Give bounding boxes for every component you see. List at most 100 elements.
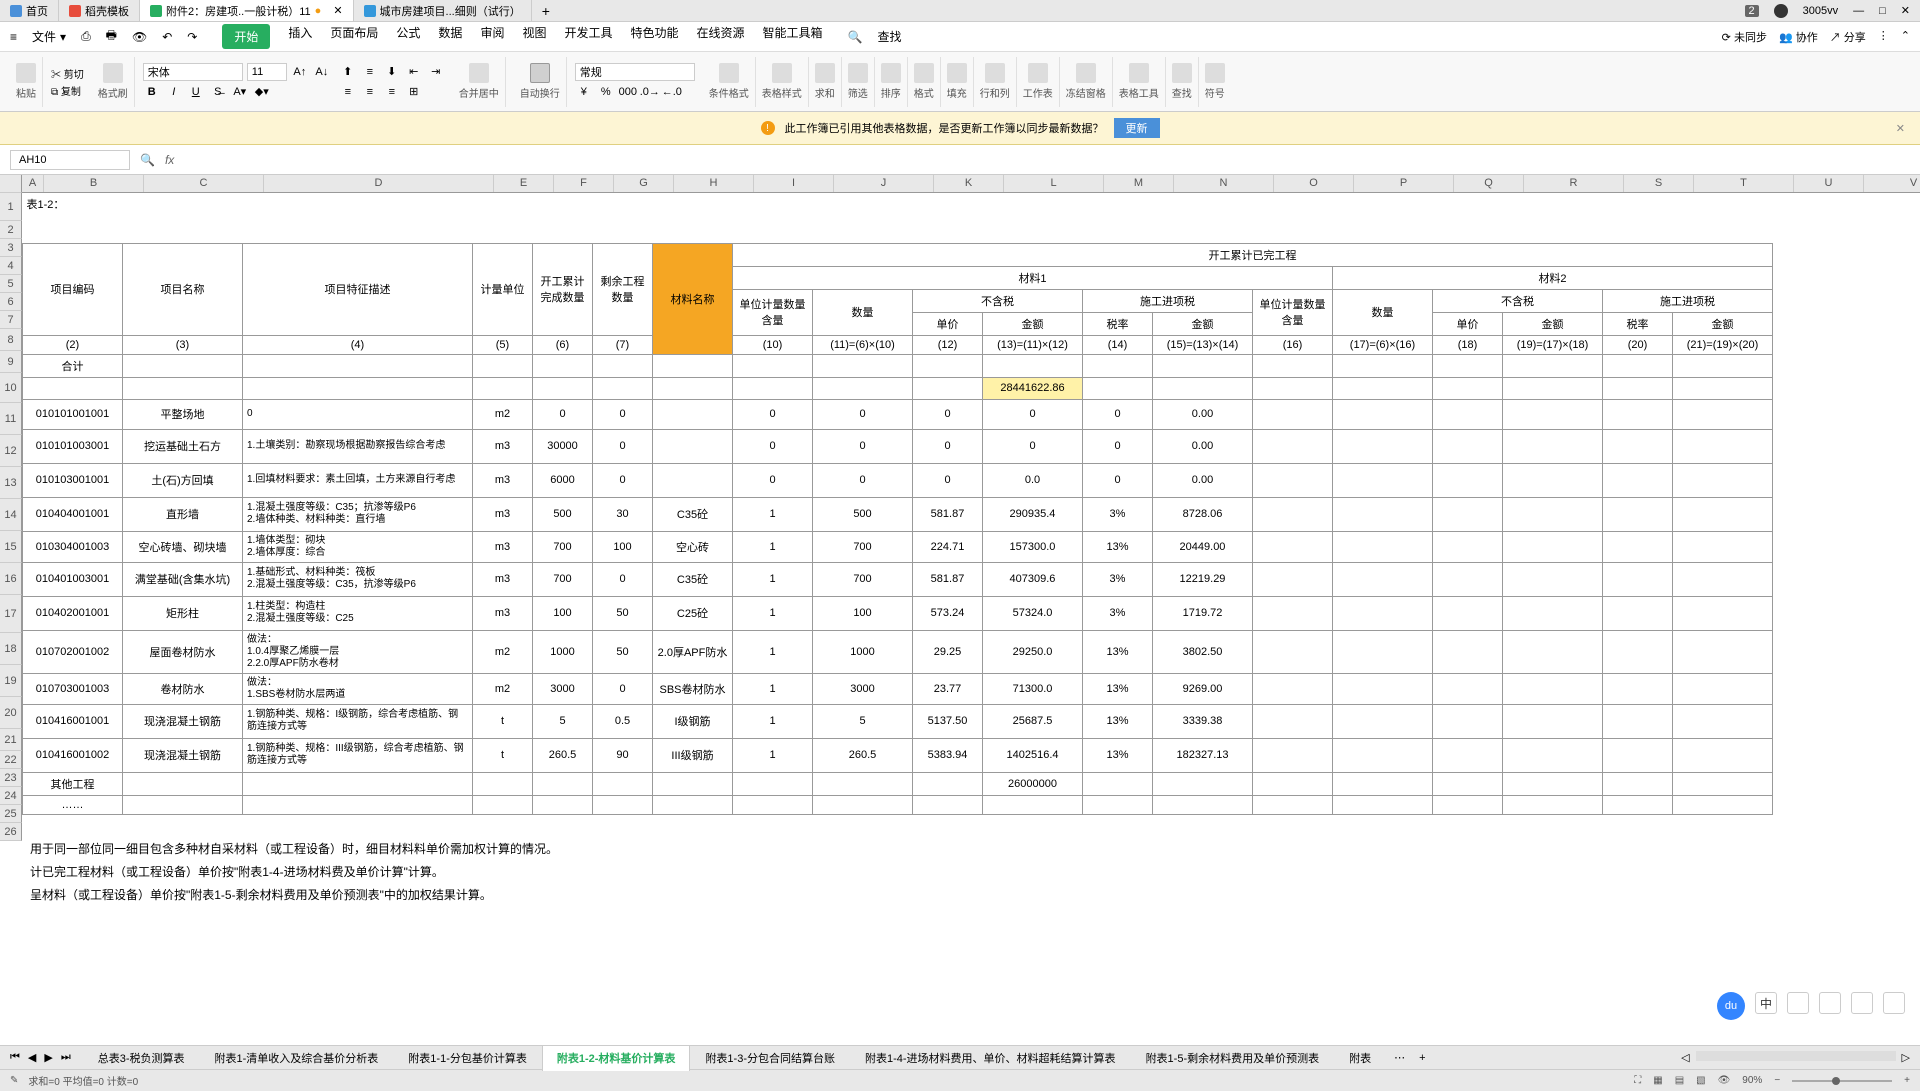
sheet-tab[interactable]: 附表1-清单收入及综合基价分析表 <box>200 1045 394 1071</box>
row-header[interactable]: 20 <box>0 697 22 729</box>
ribbon-icon[interactable] <box>985 63 1005 83</box>
ribbon-icon[interactable] <box>1076 63 1096 83</box>
wrap-icon[interactable] <box>530 63 550 83</box>
row-header[interactable]: 13 <box>0 467 22 499</box>
row-header[interactable]: 7 <box>0 311 22 329</box>
zoom-in-icon[interactable]: + <box>1904 1075 1910 1086</box>
title-tab[interactable]: 稻壳模板 <box>59 0 140 21</box>
ribbon-icon[interactable] <box>1129 63 1149 83</box>
currency-icon[interactable]: ¥ <box>575 83 593 101</box>
column-header[interactable]: H <box>674 175 754 192</box>
row-header[interactable]: 23 <box>0 769 22 787</box>
row-header[interactable]: 3 <box>0 239 22 257</box>
table-row[interactable]: 010404001001直形墙1.混凝土强度等级：C35；抗渗等级P62.墙体种… <box>23 497 1773 531</box>
collapse-icon[interactable]: ⌃ <box>1901 29 1910 45</box>
row-header[interactable]: 6 <box>0 293 22 311</box>
column-header[interactable]: A <box>22 175 44 192</box>
row-header[interactable]: 22 <box>0 751 22 769</box>
eye-icon[interactable]: 👁 <box>1718 1075 1731 1086</box>
row-header[interactable]: 12 <box>0 435 22 467</box>
ribbon-icon[interactable] <box>1028 63 1048 83</box>
close-icon[interactable]: ✕ <box>1901 4 1910 17</box>
scrollbar[interactable] <box>1696 1051 1896 1061</box>
spreadsheet-area[interactable]: 1234567891011121314151617181920212223242… <box>0 175 1920 1045</box>
font-decrease-icon[interactable]: A↓ <box>313 63 331 81</box>
fullscreen-icon[interactable]: ⛶ <box>1634 1075 1641 1086</box>
align-bot-icon[interactable]: ⬇ <box>383 63 401 81</box>
column-header[interactable]: F <box>554 175 614 192</box>
zoom-out-icon[interactable]: − <box>1774 1075 1780 1086</box>
more-sheets-icon[interactable]: ⋯ <box>1388 1051 1411 1064</box>
column-header[interactable]: K <box>934 175 1004 192</box>
baidu-icon[interactable]: du <box>1717 992 1745 1020</box>
float-tool-1[interactable] <box>1787 992 1809 1014</box>
redo-icon[interactable]: ↷ <box>187 30 197 44</box>
table-row[interactable]: 010103001001土(石)方回填1.回填材料要求：素土回填，土方来源自行考… <box>23 463 1773 497</box>
view-page-icon[interactable]: ▤ <box>1675 1075 1684 1086</box>
column-header[interactable]: J <box>834 175 934 192</box>
table-row[interactable]: 010402001001矩形柱1.柱类型：构造柱2.混凝土强度等级：C25 m3… <box>23 596 1773 630</box>
menu-item[interactable]: 开始 <box>222 24 270 49</box>
file-menu[interactable]: 文件 ▾ <box>32 28 66 45</box>
ribbon-icon[interactable] <box>947 63 967 83</box>
sheet-tab[interactable]: 附表1-5-剩余材料费用及单价预测表 <box>1131 1045 1335 1071</box>
row-header[interactable]: 16 <box>0 563 22 595</box>
column-header[interactable]: U <box>1794 175 1864 192</box>
row-header[interactable]: 21 <box>0 729 22 751</box>
sheet-tab[interactable]: 附表1-1-分包基价计算表 <box>393 1045 542 1071</box>
row-header[interactable]: 9 <box>0 351 22 373</box>
sheet-tab[interactable]: 总表3-税负测算表 <box>83 1045 200 1071</box>
comma-icon[interactable]: 000 <box>619 83 637 101</box>
title-tab[interactable]: 附件2：房建项..一般计税）11●✕ <box>140 0 354 21</box>
select-all[interactable] <box>0 175 22 193</box>
strike-icon[interactable]: S̶ <box>209 83 227 101</box>
ribbon-icon[interactable] <box>1172 63 1192 83</box>
column-header[interactable]: N <box>1174 175 1274 192</box>
formula-input[interactable] <box>184 152 1910 167</box>
align-center-icon[interactable]: ≡ <box>361 83 379 101</box>
menu-item[interactable]: 数据 <box>438 24 462 49</box>
percent-icon[interactable]: % <box>597 83 615 101</box>
table-row[interactable]: 010101003001挖运基础土石方1.土壤类别：勘察现场根据勘察报告综合考虑… <box>23 429 1773 463</box>
merge-center-icon[interactable] <box>469 63 489 83</box>
row-header[interactable]: 24 <box>0 787 22 805</box>
search-icon[interactable]: 🔍 <box>848 30 863 44</box>
menu-item[interactable]: 特色功能 <box>630 24 678 49</box>
dec-decimal-icon[interactable]: ←.0 <box>663 83 681 101</box>
sheet-tab[interactable]: 附表1-4-进场材料费用、单价、材料超耗结算计算表 <box>850 1045 1131 1071</box>
cell-reference-input[interactable] <box>10 150 130 170</box>
column-header[interactable]: P <box>1354 175 1454 192</box>
preview-icon[interactable]: 👁 <box>132 30 147 44</box>
font-size-select[interactable] <box>247 63 287 81</box>
next-sheet-icon[interactable]: ▶ <box>44 1051 52 1064</box>
save-icon[interactable]: ⎙ <box>81 29 91 44</box>
row-header[interactable]: 15 <box>0 531 22 563</box>
menu-item[interactable]: 视图 <box>522 24 546 49</box>
prev-sheet-icon[interactable]: ◀ <box>28 1051 36 1064</box>
ribbon-icon[interactable] <box>848 63 868 83</box>
menu-item[interactable]: 公式 <box>396 24 420 49</box>
add-sheet-icon[interactable]: + <box>1413 1052 1431 1064</box>
italic-icon[interactable]: I <box>165 83 183 101</box>
font-increase-icon[interactable]: A↑ <box>291 63 309 81</box>
ribbon-icon[interactable] <box>719 63 739 83</box>
ribbon-icon[interactable] <box>881 63 901 83</box>
row-header[interactable]: 14 <box>0 499 22 531</box>
column-header[interactable]: D <box>264 175 494 192</box>
table-row[interactable]: 010703001003卷材防水做法：1.SBS卷材防水层两道 m230000S… <box>23 673 1773 704</box>
row-header[interactable]: 1 <box>0 193 22 221</box>
close-notice-icon[interactable]: ✕ <box>1896 122 1905 135</box>
update-button[interactable]: 更新 <box>1114 118 1160 138</box>
column-header[interactable]: B <box>44 175 144 192</box>
row-header[interactable]: 8 <box>0 329 22 351</box>
row-header[interactable]: 10 <box>0 373 22 403</box>
row-header[interactable]: 4 <box>0 257 22 275</box>
font-color-icon[interactable]: A▾ <box>231 83 249 101</box>
first-sheet-icon[interactable]: ⏮ <box>10 1051 20 1064</box>
column-header[interactable]: M <box>1104 175 1174 192</box>
float-tool-2[interactable] <box>1819 992 1841 1014</box>
sync-status[interactable]: ⟳ 未同步 <box>1722 29 1767 45</box>
print-icon[interactable]: 🖶 <box>106 26 117 47</box>
scroll-right-icon[interactable]: ▷ <box>1902 1051 1910 1064</box>
row-header[interactable]: 2 <box>0 221 22 239</box>
